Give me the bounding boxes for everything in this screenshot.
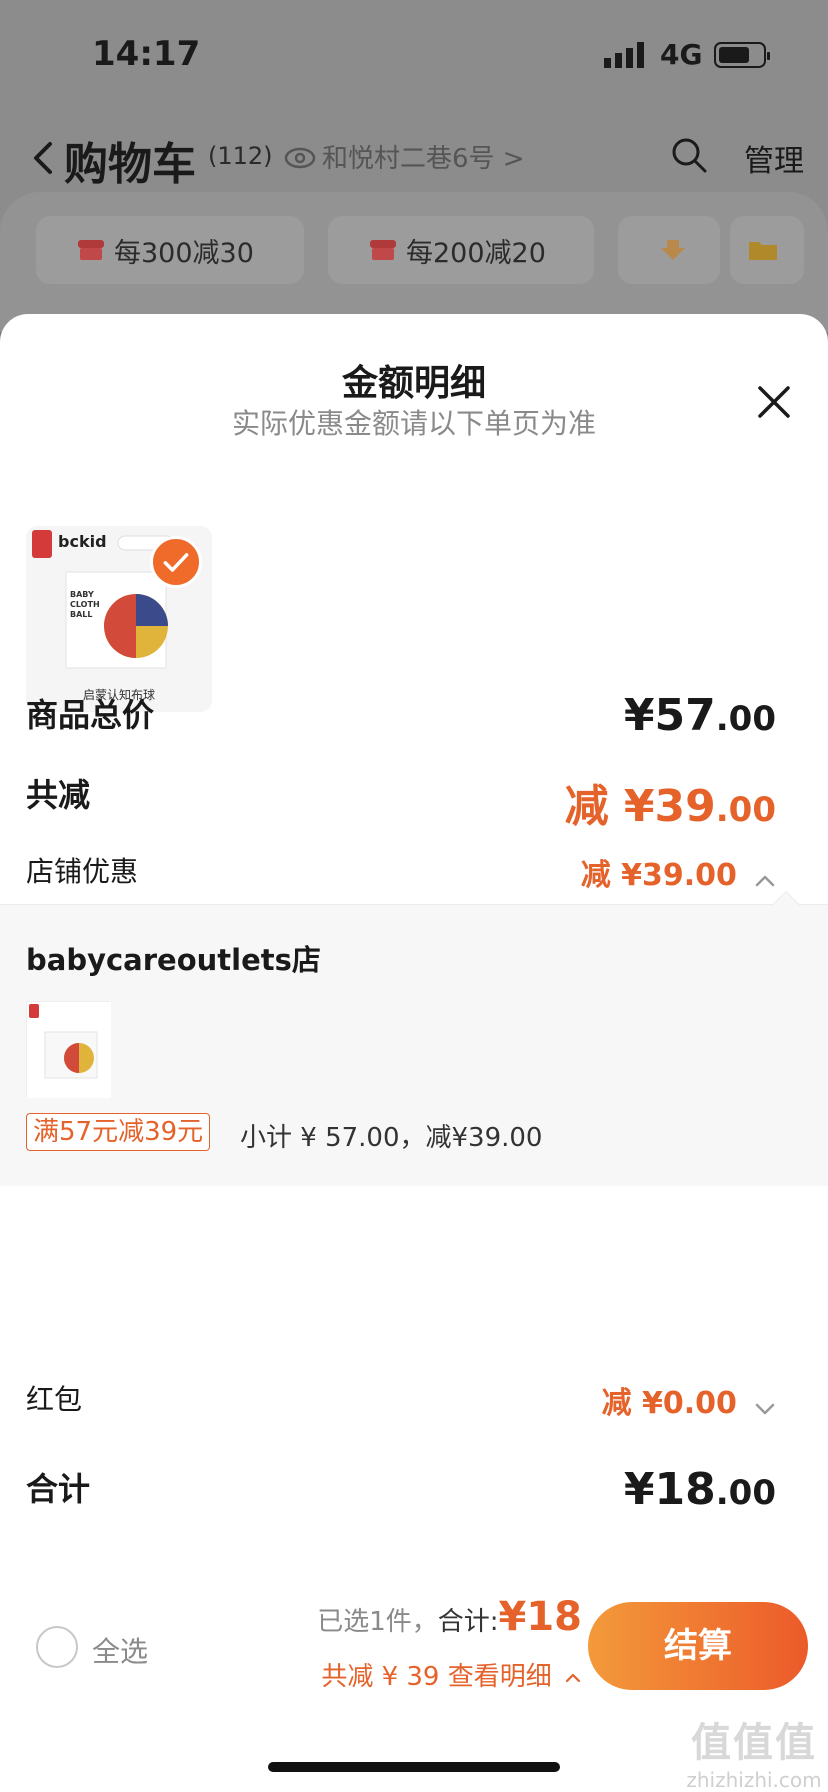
- product-box-text: BABY CLOTH BALL: [70, 590, 100, 619]
- checkout-button[interactable]: 结算: [588, 1602, 808, 1690]
- sum-value: ¥18.00: [623, 1464, 776, 1515]
- cart-nav-bar: 购物车 (112) 和悦村二巷6号 > 管理: [0, 120, 828, 200]
- shop-promo-label: 店铺优惠: [26, 855, 139, 888]
- shop-product-thumb[interactable]: [26, 1001, 111, 1098]
- view-detail-link[interactable]: 共减 ¥ 39 查看明细: [321, 1656, 582, 1693]
- select-all-radio[interactable]: [36, 1626, 78, 1668]
- coupon-strip: 每300减30 每200减20: [0, 192, 828, 332]
- red-packet-value: 减 ¥0.00: [601, 1386, 737, 1421]
- shop-icon: [78, 240, 104, 260]
- total-discount-label: 共减: [26, 776, 91, 814]
- close-icon[interactable]: [756, 384, 792, 420]
- sheet-subtitle: 实际优惠金额请以下单页为准: [231, 407, 596, 440]
- coupon-chip[interactable]: 每200减20: [328, 216, 594, 284]
- total-discount-value: 减 ¥39.00: [564, 781, 776, 832]
- bottom-sum-label: 合计:: [437, 1607, 499, 1637]
- amount-detail-sheet: 金额明细 实际优惠金额请以下单页为准 bckid BABY CLOTH BALL…: [0, 314, 828, 1792]
- signal-icon: [604, 42, 644, 68]
- down-arrow-icon: [661, 240, 685, 260]
- chevron-down-icon[interactable]: [754, 1398, 776, 1420]
- eye-icon: [284, 147, 316, 169]
- folder-icon: [749, 242, 777, 260]
- home-indicator: [268, 1762, 560, 1772]
- red-packet-label: 红包: [26, 1383, 83, 1416]
- goods-total-label: 商品总价: [26, 696, 155, 734]
- manage-button[interactable]: 管理: [744, 136, 804, 180]
- cart-count: (112): [208, 142, 273, 170]
- coupon-chip-more[interactable]: [618, 216, 720, 284]
- shop-name: babycareoutlets店: [26, 943, 321, 977]
- panel-caret: [771, 890, 801, 920]
- shop-promo-row[interactable]: 店铺优惠 减 ¥39.00: [26, 850, 776, 900]
- goods-total-row: 商品总价 ¥57.00: [26, 690, 776, 750]
- saving-text: 共减 ¥ 39 查看明细: [321, 1662, 552, 1692]
- select-all-label[interactable]: 全选: [92, 1630, 148, 1670]
- goods-total-value: ¥57.00: [623, 690, 776, 741]
- chevron-up-icon[interactable]: [754, 870, 776, 892]
- shop-promo-detail-panel: babycareoutlets店 满57元减39元 小计 ¥ 57.00，减¥3…: [0, 890, 828, 1186]
- back-arrow-icon[interactable]: [28, 138, 58, 178]
- shop-product-illustration: [27, 1002, 111, 1098]
- promo-subtotal: 小计 ¥ 57.00，减¥39.00: [240, 1123, 543, 1153]
- network-label: 4G: [660, 38, 703, 71]
- watermark-url: zhizhizhi.com: [686, 1768, 822, 1792]
- status-bar: 14:17 4G: [0, 0, 828, 110]
- search-icon[interactable]: [670, 136, 708, 174]
- selected-count: 已选1件，: [317, 1607, 438, 1637]
- shop-icon: [370, 240, 396, 260]
- coupon-label: 每200减20: [406, 237, 546, 269]
- coupon-chip[interactable]: 每300减30: [36, 216, 304, 284]
- battery-icon: [714, 42, 770, 68]
- folder-chip[interactable]: [730, 216, 804, 284]
- cart-title: 购物车: [64, 139, 196, 190]
- sheet-title: 金额明细: [341, 363, 486, 404]
- total-discount-row: 共减 减 ¥39.00: [26, 770, 776, 832]
- red-packet-value-wrap: 减 ¥0.00: [602, 1378, 776, 1422]
- sum-row: 合计 ¥18.00: [26, 1464, 776, 1524]
- selected-summary: 已选1件，合计:¥18: [317, 1594, 582, 1640]
- shop-promo-value: 减 ¥39.00: [580, 858, 737, 893]
- checked-icon[interactable]: [150, 536, 202, 588]
- bottom-sum-amount: ¥18: [498, 1594, 583, 1640]
- watermark: 值值值 zhizhizhi.com: [684, 1710, 824, 1792]
- chevron-up-icon: [565, 1673, 581, 1682]
- coupon-label: 每300减30: [114, 237, 254, 269]
- red-packet-row[interactable]: 红包 减 ¥0.00: [26, 1378, 776, 1428]
- promo-tag: 满57元减39元: [26, 1113, 211, 1151]
- shop-promo-value-wrap: 减 ¥39.00: [581, 850, 776, 894]
- delivery-location[interactable]: 和悦村二巷6号 >: [322, 138, 525, 175]
- product-brand: bckid: [58, 532, 107, 551]
- status-time: 14:17: [92, 34, 201, 74]
- watermark-logo: 值值值: [691, 1720, 817, 1766]
- sum-label: 合计: [26, 1470, 91, 1508]
